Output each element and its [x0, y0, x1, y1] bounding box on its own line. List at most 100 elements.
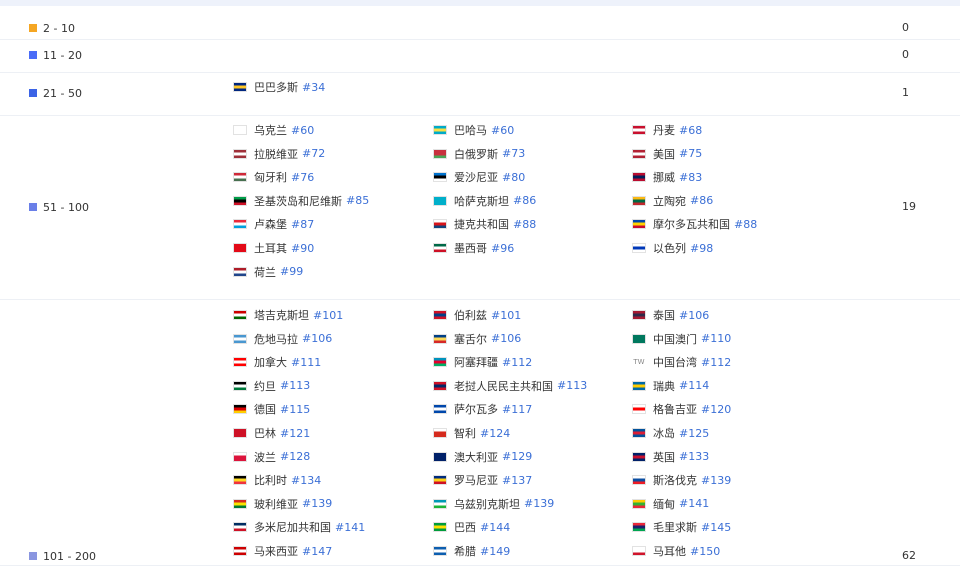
country-rank-link[interactable]: #124 — [480, 427, 510, 440]
country-item[interactable]: 泰国 #106 — [632, 307, 709, 323]
country-item[interactable]: 圣基茨岛和尼维斯 #85 — [233, 193, 369, 209]
country-rank-link[interactable]: #87 — [291, 218, 314, 231]
country-rank-link[interactable]: #101 — [313, 309, 343, 322]
country-item[interactable]: 以色列 #98 — [632, 240, 713, 256]
country-item[interactable]: 希腊 #149 — [433, 543, 510, 559]
country-rank-link[interactable]: #88 — [734, 218, 757, 231]
country-rank-link[interactable]: #141 — [335, 521, 365, 534]
country-item[interactable]: 马来西亚 #147 — [233, 543, 332, 559]
country-item[interactable]: 危地马拉 #106 — [233, 331, 332, 347]
country-rank-link[interactable]: #113 — [280, 379, 310, 392]
country-item[interactable]: 澳大利亚 #129 — [433, 449, 532, 465]
country-rank-link[interactable]: #73 — [502, 147, 525, 160]
country-item[interactable]: 毛里求斯 #145 — [632, 519, 731, 535]
country-rank-link[interactable]: #86 — [513, 194, 536, 207]
country-rank-link[interactable]: #147 — [302, 545, 332, 558]
country-rank-link[interactable]: #121 — [280, 427, 310, 440]
country-rank-link[interactable]: #72 — [302, 147, 325, 160]
country-rank-link[interactable]: #88 — [513, 218, 536, 231]
country-item[interactable]: 英国 #133 — [632, 449, 709, 465]
country-rank-link[interactable]: #125 — [679, 427, 709, 440]
country-item[interactable]: 加拿大 #111 — [233, 354, 321, 370]
country-rank-link[interactable]: #34 — [302, 81, 325, 94]
country-rank-link[interactable]: #106 — [491, 332, 521, 345]
country-item[interactable]: 多米尼加共和国 #141 — [233, 519, 365, 535]
country-rank-link[interactable]: #60 — [291, 124, 314, 137]
country-item[interactable]: 马耳他 #150 — [632, 543, 720, 559]
country-item[interactable]: 白俄罗斯 #73 — [433, 146, 525, 162]
country-item[interactable]: 塔吉克斯坦 #101 — [233, 307, 343, 323]
country-rank-link[interactable]: #144 — [480, 521, 510, 534]
country-item[interactable]: 挪威 #83 — [632, 169, 702, 185]
country-item[interactable]: 匈牙利 #76 — [233, 169, 314, 185]
country-rank-link[interactable]: #99 — [280, 265, 303, 278]
country-item[interactable]: 智利 #124 — [433, 425, 510, 441]
country-rank-link[interactable]: #112 — [701, 356, 731, 369]
country-item[interactable]: 爱沙尼亚 #80 — [433, 169, 525, 185]
country-item[interactable]: 萨尔瓦多 #117 — [433, 401, 532, 417]
country-rank-link[interactable]: #106 — [679, 309, 709, 322]
country-rank-link[interactable]: #90 — [291, 242, 314, 255]
country-item[interactable]: 罗马尼亚 #137 — [433, 472, 532, 488]
country-item[interactable]: 乌克兰 #60 — [233, 122, 314, 138]
country-rank-link[interactable]: #96 — [491, 242, 514, 255]
country-rank-link[interactable]: #111 — [291, 356, 321, 369]
country-rank-link[interactable]: #120 — [701, 403, 731, 416]
country-item[interactable]: 美国 #75 — [632, 146, 702, 162]
country-rank-link[interactable]: #129 — [502, 450, 532, 463]
country-item[interactable]: 墨西哥 #96 — [433, 240, 514, 256]
country-item[interactable]: 哈萨克斯坦 #86 — [433, 193, 536, 209]
country-item[interactable]: 老挝人民民主共和国 #113 — [433, 378, 587, 394]
country-rank-link[interactable]: #139 — [701, 474, 731, 487]
country-item[interactable]: 土耳其 #90 — [233, 240, 314, 256]
country-rank-link[interactable]: #76 — [291, 171, 314, 184]
country-rank-link[interactable]: #98 — [690, 242, 713, 255]
country-rank-link[interactable]: #150 — [690, 545, 720, 558]
country-item[interactable]: 立陶宛 #86 — [632, 193, 713, 209]
country-item[interactable]: 中国澳门 #110 — [632, 331, 731, 347]
country-rank-link[interactable]: #83 — [679, 171, 702, 184]
country-item[interactable]: 格鲁吉亚 #120 — [632, 401, 731, 417]
country-item[interactable]: 冰岛 #125 — [632, 425, 709, 441]
country-rank-link[interactable]: #141 — [679, 497, 709, 510]
country-item[interactable]: 瑞典 #114 — [632, 378, 709, 394]
country-item[interactable]: 巴哈马 #60 — [433, 122, 514, 138]
country-item[interactable]: 阿塞拜疆 #112 — [433, 354, 532, 370]
country-rank-link[interactable]: #145 — [701, 521, 731, 534]
country-rank-link[interactable]: #85 — [346, 194, 369, 207]
country-item[interactable]: 卢森堡 #87 — [233, 216, 314, 232]
country-item[interactable]: 巴巴多斯 #34 — [233, 79, 325, 95]
country-rank-link[interactable]: #128 — [280, 450, 310, 463]
country-item[interactable]: 巴西 #144 — [433, 519, 510, 535]
country-item[interactable]: 玻利维亚 #139 — [233, 496, 332, 512]
country-rank-link[interactable]: #137 — [502, 474, 532, 487]
country-item[interactable]: 比利时 #134 — [233, 472, 321, 488]
country-rank-link[interactable]: #112 — [502, 356, 532, 369]
country-item[interactable]: 伯利兹 #101 — [433, 307, 521, 323]
country-item[interactable]: TW 中国台湾 #112 — [632, 354, 731, 370]
country-rank-link[interactable]: #114 — [679, 379, 709, 392]
country-item[interactable]: 摩尔多瓦共和国 #88 — [632, 216, 757, 232]
country-rank-link[interactable]: #86 — [690, 194, 713, 207]
country-item[interactable]: 缅甸 #141 — [632, 496, 709, 512]
country-item[interactable]: 拉脱维亚 #72 — [233, 146, 325, 162]
country-rank-link[interactable]: #149 — [480, 545, 510, 558]
country-item[interactable]: 乌兹别克斯坦 #139 — [433, 496, 554, 512]
country-rank-link[interactable]: #80 — [502, 171, 525, 184]
country-rank-link[interactable]: #75 — [679, 147, 702, 160]
country-rank-link[interactable]: #115 — [280, 403, 310, 416]
country-item[interactable]: 巴林 #121 — [233, 425, 310, 441]
country-rank-link[interactable]: #106 — [302, 332, 332, 345]
country-item[interactable]: 斯洛伐克 #139 — [632, 472, 731, 488]
country-rank-link[interactable]: #101 — [491, 309, 521, 322]
country-rank-link[interactable]: #133 — [679, 450, 709, 463]
country-rank-link[interactable]: #68 — [679, 124, 702, 137]
country-item[interactable]: 德国 #115 — [233, 401, 310, 417]
country-item[interactable]: 塞舌尔 #106 — [433, 331, 521, 347]
country-item[interactable]: 荷兰 #99 — [233, 264, 303, 280]
country-rank-link[interactable]: #134 — [291, 474, 321, 487]
country-rank-link[interactable]: #139 — [524, 497, 554, 510]
country-rank-link[interactable]: #60 — [491, 124, 514, 137]
country-item[interactable]: 波兰 #128 — [233, 449, 310, 465]
country-rank-link[interactable]: #117 — [502, 403, 532, 416]
